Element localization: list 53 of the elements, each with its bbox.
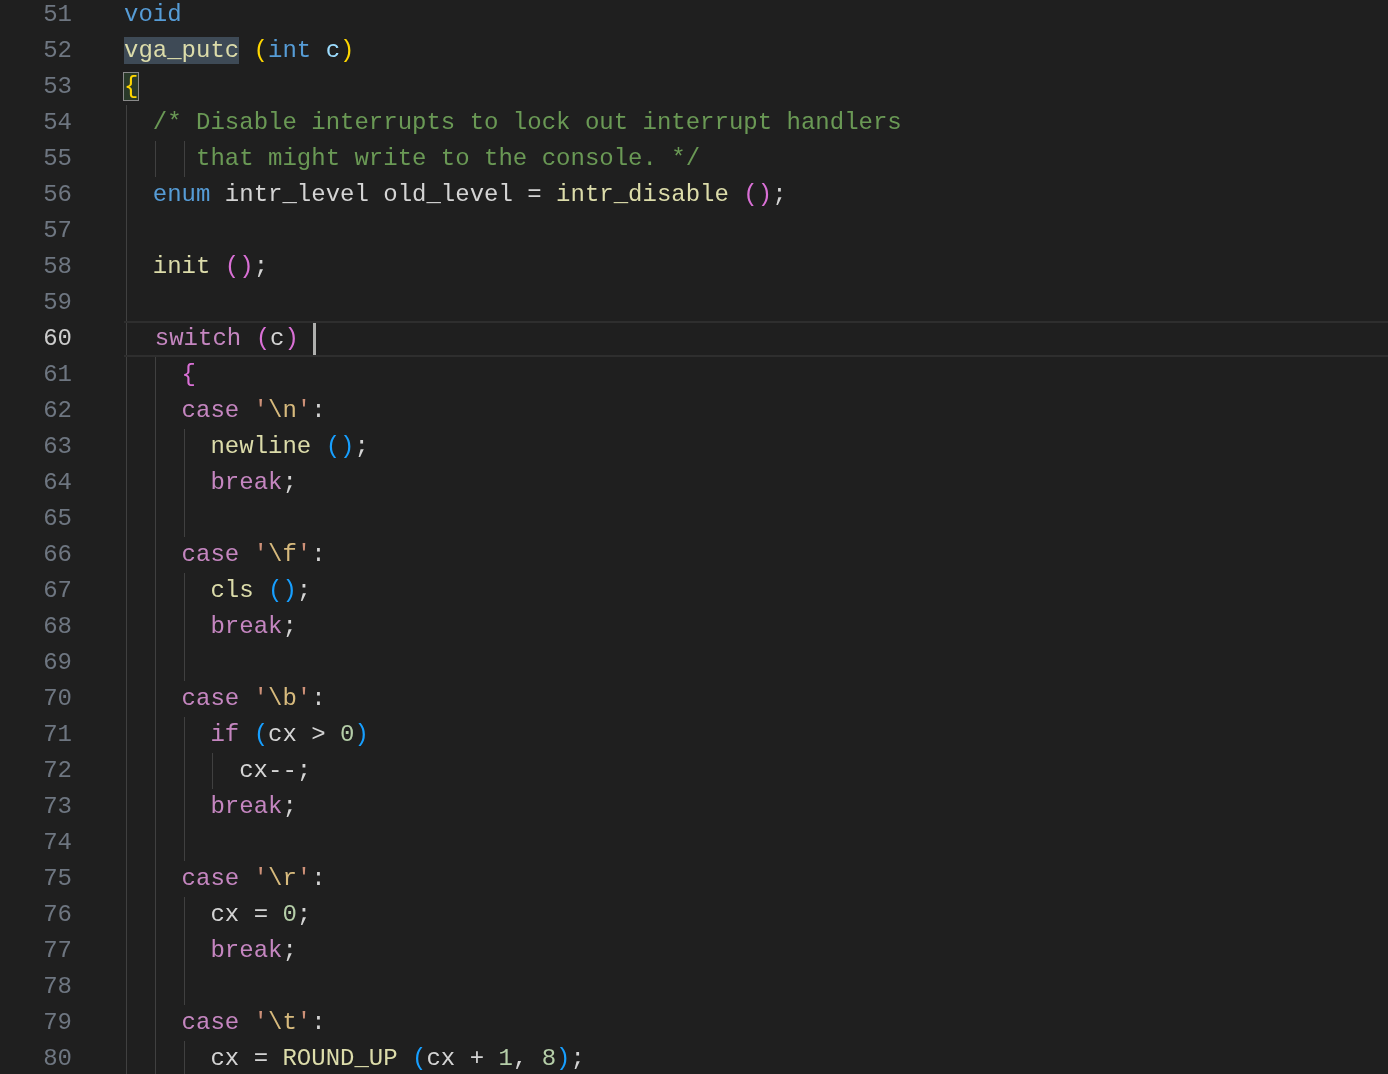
code-comment: /* Disable interrupts to lock out interrupt handlers [152, 108, 902, 138]
line-number: 62 [42, 396, 72, 426]
code-line: cx = ROUND_UP (cx + 1, 8); [210, 1044, 585, 1074]
line-number: 53 [42, 72, 72, 102]
line-number: 72 [42, 756, 72, 786]
code-line: if (cx > 0) [210, 720, 369, 750]
line-number: 68 [42, 612, 72, 642]
line-number: 74 [42, 828, 72, 858]
code-comment: that might write to the console. */ [196, 144, 701, 174]
code-line: break; [210, 612, 297, 642]
code-line: break; [210, 468, 297, 498]
line-number: 71 [42, 720, 72, 750]
line-number: 67 [42, 576, 72, 606]
line-number: 57 [42, 216, 72, 246]
code-line: case '\r': [181, 864, 326, 894]
code-line: case '\f': [181, 540, 326, 570]
line-number: 54 [42, 108, 72, 138]
code-line: init (); [152, 252, 269, 282]
line-number: 56 [42, 180, 72, 210]
line-number: 55 [42, 144, 72, 174]
code-line: void [124, 0, 182, 30]
line-number: 58 [42, 252, 72, 282]
code-line: { [181, 360, 196, 390]
line-number: 59 [42, 288, 72, 318]
line-number: 52 [42, 36, 72, 66]
code-line: cx--; [239, 756, 312, 786]
line-number: 78 [42, 972, 72, 1002]
code-line: enum intr_level old_level = intr_disable (); [152, 180, 787, 210]
line-number: 60 [42, 324, 72, 354]
line-number: 80 [42, 1044, 72, 1074]
line-number: 73 [42, 792, 72, 822]
code-line: break; [210, 936, 297, 966]
line-number: 77 [42, 936, 72, 966]
line-number: 51 [42, 0, 72, 30]
code-line: cx = 0; [210, 900, 312, 930]
line-number: 75 [42, 864, 72, 894]
line-number: 70 [42, 684, 72, 714]
code-line: case '\b': [181, 684, 326, 714]
code-line: case '\t': [181, 1008, 326, 1038]
code-line: cls (); [210, 576, 312, 606]
code-line: case '\n': [181, 396, 326, 426]
line-number: 76 [42, 900, 72, 930]
code-line: switch (c) [154, 324, 299, 354]
line-number: 65 [42, 504, 72, 534]
line-number: 64 [42, 468, 72, 498]
line-number: 66 [42, 540, 72, 570]
line-number: 69 [42, 648, 72, 678]
line-number: 79 [42, 1008, 72, 1038]
line-number: 61 [42, 360, 72, 390]
code-line: break; [210, 792, 297, 822]
line-number: 63 [42, 432, 72, 462]
code-line: newline (); [210, 432, 369, 462]
code-line: vga_putc (int c) [124, 36, 355, 66]
